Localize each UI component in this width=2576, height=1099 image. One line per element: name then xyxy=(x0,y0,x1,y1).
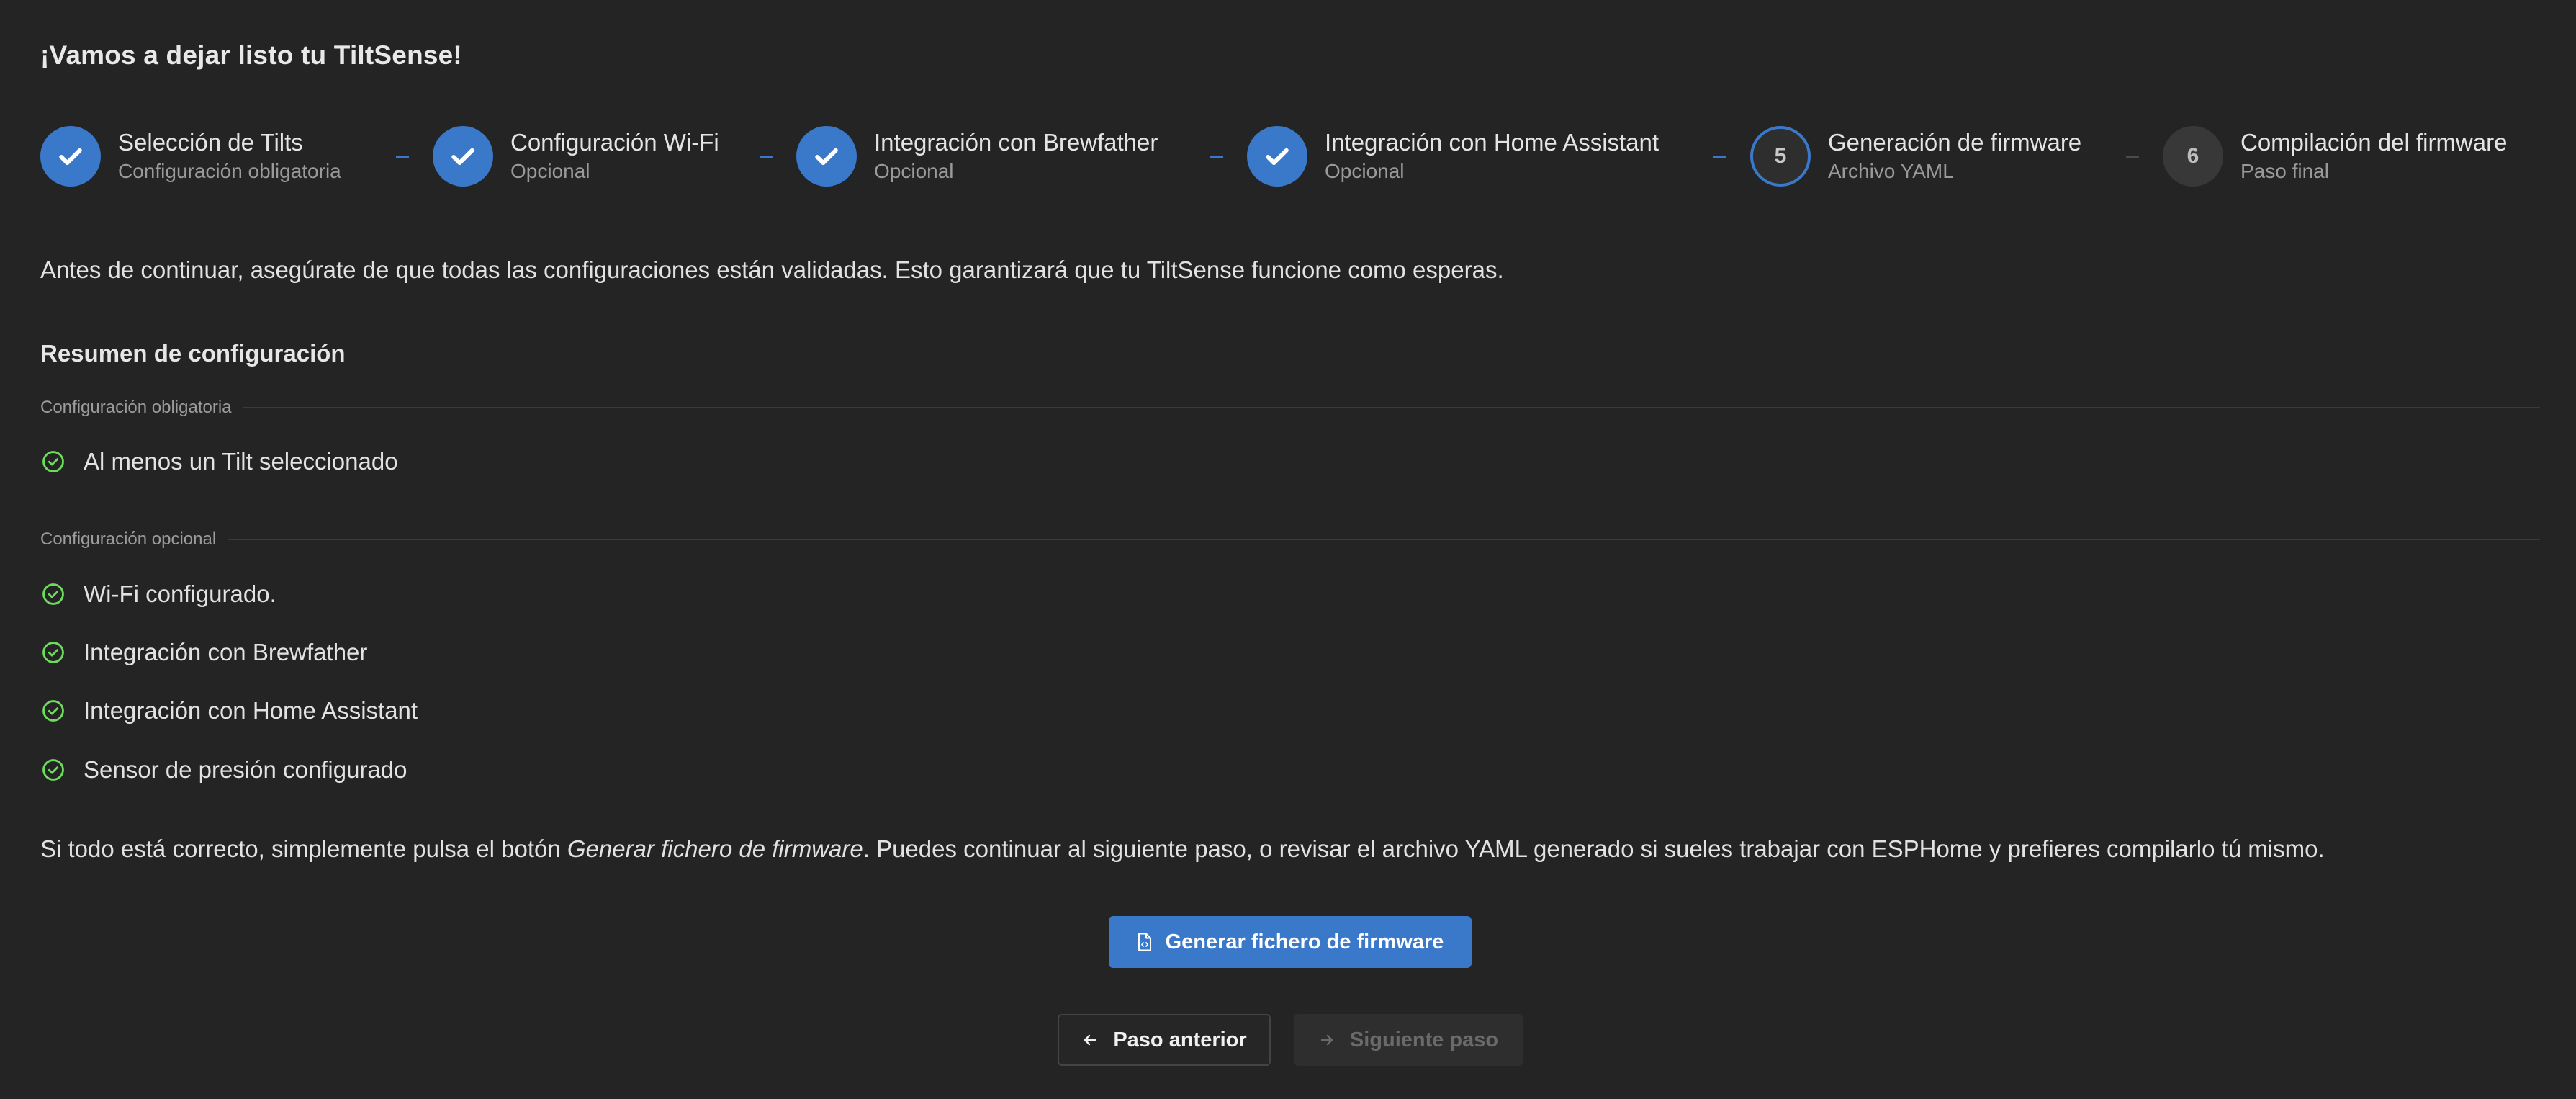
next-step-button[interactable]: Siguiente paso xyxy=(1294,1014,1523,1066)
step-brewfather[interactable]: Integración con Brewfather Opcional xyxy=(796,124,1158,189)
checklist-item-label: Wi-Fi configurado. xyxy=(84,580,276,607)
check-circle-icon xyxy=(40,640,66,665)
check-icon xyxy=(40,126,101,187)
check-icon xyxy=(433,126,493,187)
step-separator xyxy=(1713,156,1726,158)
step-label: Generación de firmware xyxy=(1828,129,2082,156)
outro-emphasis: Generar fichero de firmware xyxy=(567,835,863,862)
generate-firmware-button[interactable]: Generar fichero de firmware xyxy=(1109,916,1472,968)
divider-label: Configuración opcional xyxy=(40,529,217,549)
check-circle-icon xyxy=(40,581,66,607)
step-description: Paso final xyxy=(2241,160,2329,182)
step-home-assistant[interactable]: Integración con Home Assistant Opcional xyxy=(1247,124,1659,189)
outro-text-start: Si todo está correcto, simplemente pulsa… xyxy=(40,835,567,862)
previous-step-label: Paso anterior xyxy=(1113,1028,1247,1051)
stepper: Selección de Tilts Configuración obligat… xyxy=(40,124,2540,189)
step-description: Opcional xyxy=(510,160,590,182)
step-separator xyxy=(396,156,409,158)
divider-line xyxy=(228,539,2540,540)
step-tilt-selection[interactable]: Selección de Tilts Configuración obligat… xyxy=(40,124,341,189)
step-description: Opcional xyxy=(874,160,954,182)
intro-text: Antes de continuar, asegúrate de que tod… xyxy=(40,256,1504,283)
divider-line xyxy=(243,407,2540,408)
checklist-item-label: Integración con Home Assistant xyxy=(84,697,418,724)
check-icon xyxy=(1247,126,1307,187)
check-circle-icon xyxy=(40,698,66,724)
step-description: Archivo YAML xyxy=(1828,160,1954,182)
step-number: 5 xyxy=(1750,126,1811,187)
generate-firmware-label: Generar fichero de firmware xyxy=(1165,930,1444,954)
step-label: Integración con Brewfather xyxy=(874,129,1158,156)
step-firmware-compilation[interactable]: 6 Compilación del firmware Paso final xyxy=(2163,124,2507,189)
checklist-item: Integración con Home Assistant xyxy=(40,696,418,725)
optional-divider: Configuración opcional xyxy=(40,529,2540,550)
check-icon xyxy=(796,126,857,187)
step-label: Integración con Home Assistant xyxy=(1325,129,1659,156)
step-label: Compilación del firmware xyxy=(2241,129,2508,156)
mandatory-divider: Configuración obligatoria xyxy=(40,397,2540,418)
checklist-item-label: Al menos un Tilt seleccionado xyxy=(84,448,398,475)
checklist-item: Sensor de presión configurado xyxy=(40,755,407,784)
step-separator xyxy=(1210,156,1223,158)
step-firmware-generation[interactable]: 5 Generación de firmware Archivo YAML xyxy=(1750,124,2081,189)
checklist-item-label: Sensor de presión configurado xyxy=(84,756,407,783)
arrow-right-icon xyxy=(1318,1031,1336,1049)
page-title: ¡Vamos a dejar listo tu TiltSense! xyxy=(40,40,462,70)
arrow-left-icon xyxy=(1081,1031,1099,1049)
next-step-label: Siguiente paso xyxy=(1349,1028,1499,1051)
checklist-item-label: Integración con Brewfather xyxy=(84,639,368,665)
step-wifi[interactable]: Configuración Wi-Fi Opcional xyxy=(433,124,719,189)
check-circle-icon xyxy=(40,757,66,783)
step-separator xyxy=(760,156,773,158)
step-number: 6 xyxy=(2163,126,2223,187)
outro-text: Si todo está correcto, simplemente pulsa… xyxy=(40,835,2325,863)
file-code-icon xyxy=(1137,933,1153,951)
step-description: Configuración obligatoria xyxy=(118,160,341,182)
check-circle-icon xyxy=(40,449,66,475)
step-label: Configuración Wi-Fi xyxy=(510,129,719,156)
step-separator xyxy=(2126,156,2139,158)
previous-step-button[interactable]: Paso anterior xyxy=(1058,1014,1271,1066)
step-label: Selección de Tilts xyxy=(118,129,303,156)
step-description: Opcional xyxy=(1325,160,1405,182)
checklist-item: Wi-Fi configurado. xyxy=(40,580,276,609)
checklist-item: Integración con Brewfather xyxy=(40,638,367,667)
divider-label: Configuración obligatoria xyxy=(40,398,232,417)
outro-text-end: . Puedes continuar al siguiente paso, o … xyxy=(863,835,2325,862)
summary-title: Resumen de configuración xyxy=(40,340,346,367)
checklist-item: Al menos un Tilt seleccionado xyxy=(40,447,398,476)
